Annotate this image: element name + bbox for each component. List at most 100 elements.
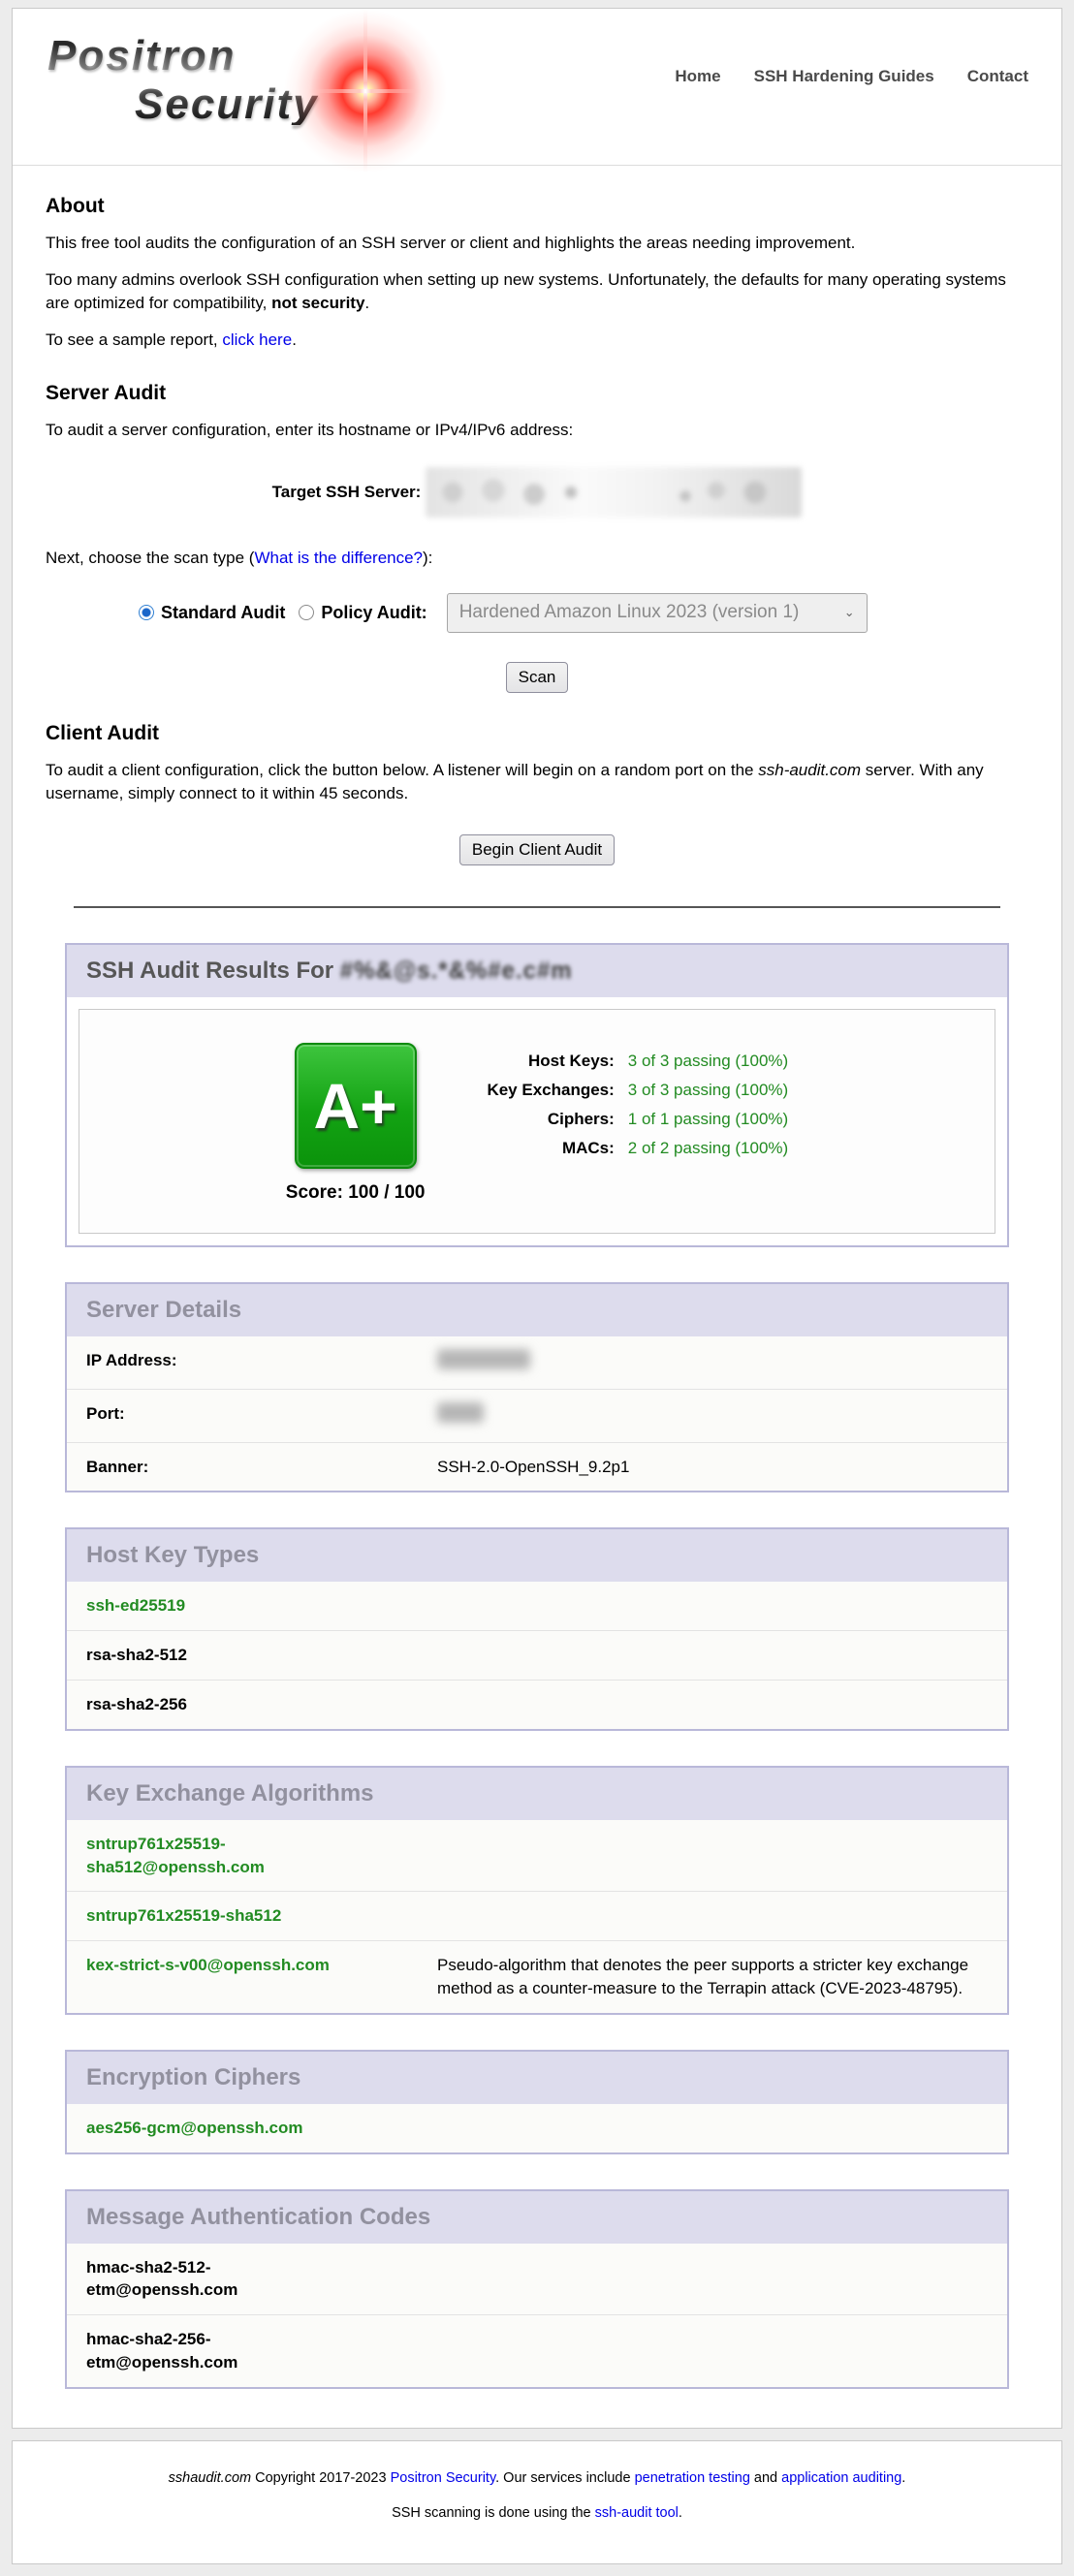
kex-algorithm-name: sntrup761x25519-sha512 [86, 1904, 281, 1928]
client-audit-paragraph: To audit a client configuration, click t… [46, 759, 1028, 805]
nav-ssh-hardening-guides[interactable]: SSH Hardening Guides [754, 67, 934, 86]
port-value [418, 1389, 1007, 1442]
scan-button-row: Scan [46, 662, 1028, 693]
host-key-name: rsa-sha2-512 [86, 1644, 187, 1667]
mac-name: hmac-sha2-512-etm@openssh.com [86, 2256, 319, 2303]
nav-home[interactable]: Home [675, 67, 720, 86]
table-row: aes256-gcm@openssh.com [67, 2104, 1007, 2152]
table-row: IP Address: [67, 1336, 1007, 1389]
footer-positron-security-link[interactable]: Positron Security [391, 2470, 496, 2486]
about-title: About [46, 195, 1028, 218]
host-key-cell: ssh-ed25519 [67, 1582, 1007, 1630]
server-audit-intro: To audit a server configuration, enter i… [46, 419, 1028, 442]
about-paragraph-2: Too many admins overlook SSH configurati… [46, 268, 1028, 315]
policy-select-value: Hardened Amazon Linux 2023 (version 1) [459, 602, 800, 623]
redacted-ip-value [437, 1349, 530, 1369]
page-content: About This free tool audits the configur… [13, 195, 1061, 2389]
client-audit-button-row: Begin Client Audit [46, 834, 1028, 865]
main-container: Positron Security Home SSH Hardening Gui… [12, 8, 1062, 2429]
nav-contact[interactable]: Contact [967, 67, 1028, 86]
table-row: Port: [67, 1389, 1007, 1442]
host-key-name: rsa-sha2-256 [86, 1693, 187, 1716]
results-title: SSH Audit Results For [86, 958, 340, 984]
policy-audit-radio[interactable] [299, 605, 314, 620]
results-body: A+ Score: 100 / 100 Host Keys: 3 of 3 pa… [67, 997, 1007, 1245]
ip-address-value [418, 1336, 1007, 1389]
ssh-audit-results-panel: SSH Audit Results For #%&@s.*&%#e.c#m A+… [65, 943, 1009, 1247]
footer-application-auditing-link[interactable]: application auditing [781, 2470, 901, 2486]
macs-stat-label: MACs: [487, 1134, 627, 1163]
scan-type-line: Next, choose the scan type (What is the … [46, 547, 1028, 570]
table-row: MACs: 2 of 2 passing (100%) [487, 1134, 788, 1163]
ciphers-stat-value: 1 of 1 passing (100%) [628, 1105, 788, 1134]
table-row: hmac-sha2-256-etm@openssh.com [67, 2315, 1007, 2387]
sample-report-text: To see a sample report, [46, 330, 222, 349]
footer-scanning-text: SSH scanning is done using the [392, 2505, 595, 2521]
banner-label: Banner: [67, 1442, 418, 1491]
ciphers-stat-label: Ciphers: [487, 1105, 627, 1134]
client-audit-text: To audit a client configuration, click t… [46, 761, 758, 779]
cipher-cell: aes256-gcm@openssh.com [67, 2104, 1007, 2152]
footer-ssh-audit-tool-link[interactable]: ssh-audit tool [595, 2505, 679, 2521]
footer-line-1: sshaudit.com Copyright 2017-2023 Positro… [32, 2470, 1042, 2486]
chevron-down-icon: ⌄ [844, 605, 855, 620]
encryption-ciphers-panel: Encryption Ciphers aes256-gcm@openssh.co… [65, 2050, 1009, 2154]
server-details-header: Server Details [67, 1284, 1007, 1336]
results-panel-header: SSH Audit Results For #%&@s.*&%#e.c#m [67, 945, 1007, 997]
table-row: sntrup761x25519-sha512 [67, 1892, 1007, 1941]
client-audit-title: Client Audit [46, 722, 1028, 745]
macs-header: Message Authentication Codes [67, 2191, 1007, 2244]
main-nav: Home SSH Hardening Guides Contact [675, 67, 1028, 86]
about-p2-end: . [364, 294, 369, 312]
policy-select[interactable]: Hardened Amazon Linux 2023 (version 1) ⌄ [447, 593, 868, 633]
logo-text: Positron Security [46, 36, 453, 125]
table-row: Banner: SSH-2.0-OpenSSH_9.2p1 [67, 1442, 1007, 1491]
sample-report-end: . [292, 330, 297, 349]
kex-note-cell [418, 1892, 1007, 1941]
table-row: rsa-sha2-256 [67, 1680, 1007, 1728]
cipher-name: aes256-gcm@openssh.com [86, 2117, 303, 2140]
redacted-port-value [437, 1402, 484, 1423]
logo-line1: Positron [46, 36, 453, 77]
table-row: rsa-sha2-512 [67, 1631, 1007, 1681]
kex-note-cell: Pseudo-algorithm that denotes the peer s… [418, 1941, 1007, 2013]
logo-line2: Security [46, 84, 453, 125]
key-exchange-table: sntrup761x25519-sha512@openssh.com sntru… [67, 1820, 1007, 2013]
server-details-panel: Server Details IP Address: Port: Banner:… [65, 1282, 1009, 1492]
target-ssh-server-input[interactable] [426, 467, 802, 518]
scan-type-difference-link[interactable]: What is the difference? [254, 549, 423, 567]
host-keys-stat-value: 3 of 3 passing (100%) [628, 1047, 788, 1076]
key-exchange-header: Key Exchange Algorithms [67, 1768, 1007, 1820]
mac-cell: hmac-sha2-256-etm@openssh.com [67, 2315, 1007, 2387]
grade-badge: A+ [295, 1043, 417, 1169]
about-p2-bold: not security [271, 294, 364, 312]
key-exchange-panel: Key Exchange Algorithms sntrup761x25519-… [65, 1766, 1009, 2015]
table-row: sntrup761x25519-sha512@openssh.com [67, 1820, 1007, 1892]
positron-security-logo[interactable]: Positron Security [46, 36, 453, 147]
begin-client-audit-button[interactable]: Begin Client Audit [459, 834, 615, 865]
banner-value: SSH-2.0-OpenSSH_9.2p1 [418, 1442, 1007, 1491]
host-key-cell: rsa-sha2-256 [67, 1680, 1007, 1728]
site-footer: sshaudit.com Copyright 2017-2023 Positro… [12, 2440, 1062, 2564]
target-ssh-server-label: Target SSH Server: [272, 483, 422, 502]
table-row: Key Exchanges: 3 of 3 passing (100%) [487, 1076, 788, 1105]
table-row: hmac-sha2-512-etm@openssh.com [67, 2244, 1007, 2315]
host-keys-stat-label: Host Keys: [487, 1047, 627, 1076]
table-row: Host Keys: 3 of 3 passing (100%) [487, 1047, 788, 1076]
encryption-ciphers-header: Encryption Ciphers [67, 2052, 1007, 2104]
key-exchanges-stat-value: 3 of 3 passing (100%) [628, 1076, 788, 1105]
score-line: Score: 100 / 100 [286, 1182, 426, 1204]
scan-button[interactable]: Scan [506, 662, 569, 693]
table-row: kex-strict-s-v00@openssh.com Pseudo-algo… [67, 1941, 1007, 2013]
target-server-row: Target SSH Server: [46, 467, 1028, 518]
footer-dot-2: . [679, 2505, 682, 2521]
sample-report-link[interactable]: click here [222, 330, 292, 349]
standard-audit-radio[interactable] [139, 605, 154, 620]
footer-penetration-testing-link[interactable]: penetration testing [635, 2470, 750, 2486]
port-label: Port: [67, 1389, 418, 1442]
results-divider [74, 906, 1000, 908]
encryption-ciphers-table: aes256-gcm@openssh.com [67, 2104, 1007, 2152]
policy-audit-label: Policy Audit: [321, 603, 426, 623]
kex-algorithm-name: kex-strict-s-v00@openssh.com [86, 1954, 330, 1977]
footer-line-2: SSH scanning is done using the ssh-audit… [32, 2505, 1042, 2521]
